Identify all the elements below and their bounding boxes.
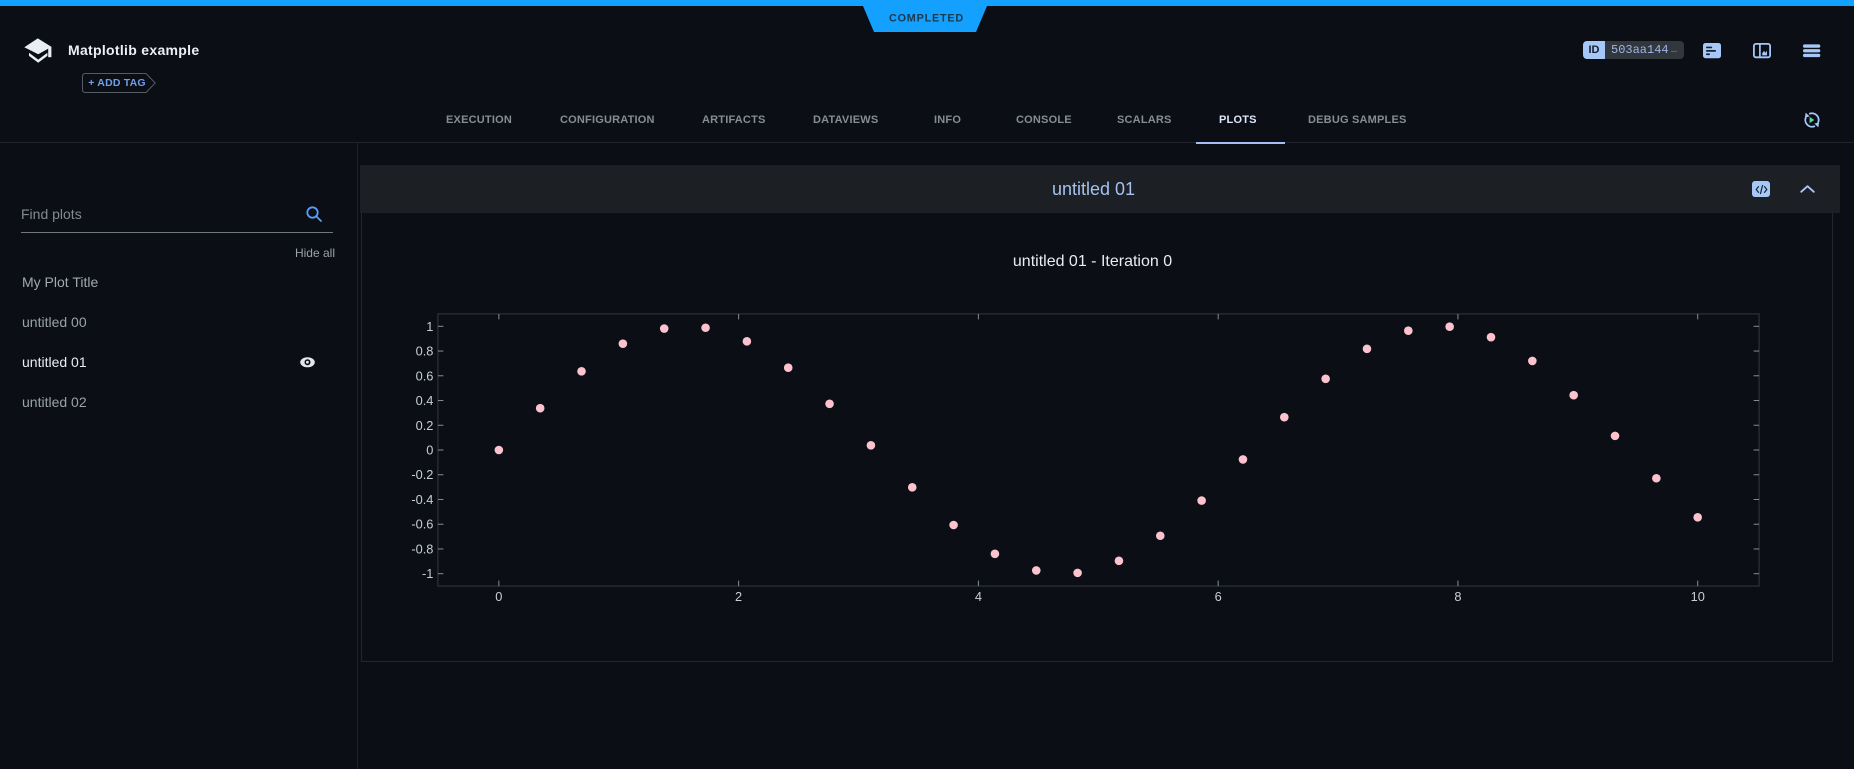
svg-text:-1: -1 — [422, 566, 433, 581]
svg-text:0.2: 0.2 — [416, 418, 434, 433]
svg-text:-0.4: -0.4 — [411, 492, 433, 507]
svg-text:4: 4 — [975, 589, 982, 604]
svg-text:6: 6 — [1215, 589, 1222, 604]
svg-text:0.6: 0.6 — [416, 368, 434, 383]
svg-text:-0.8: -0.8 — [411, 541, 433, 556]
svg-text:0: 0 — [426, 443, 433, 458]
svg-text:0: 0 — [495, 589, 502, 604]
svg-text:-0.6: -0.6 — [411, 517, 433, 532]
svg-text:-0.2: -0.2 — [411, 467, 433, 482]
svg-text:2: 2 — [735, 589, 742, 604]
svg-text:0.8: 0.8 — [416, 344, 434, 359]
svg-text:8: 8 — [1454, 589, 1461, 604]
svg-text:1: 1 — [426, 319, 433, 334]
svg-text:0.4: 0.4 — [416, 393, 434, 408]
svg-text:10: 10 — [1691, 589, 1705, 604]
